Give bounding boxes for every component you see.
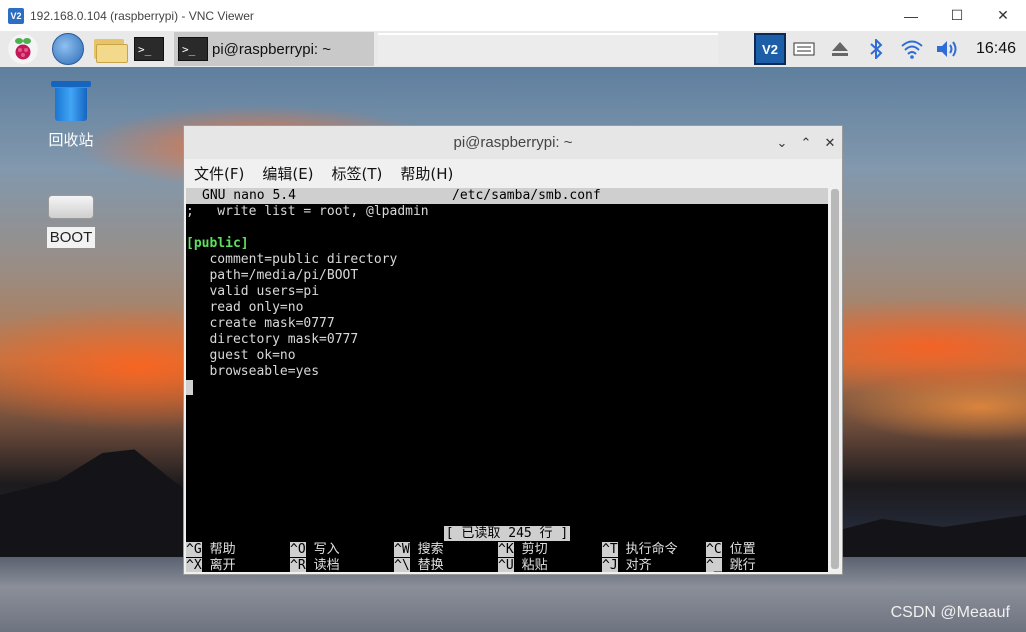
terminal-window: pi@raspberrypi: ~ ⌄ ⌃ ✕ 文件(F) 编辑(E) 标签(T… — [184, 126, 842, 574]
shortcut-search: ^W 搜索 — [394, 542, 444, 557]
eject-icon[interactable] — [822, 33, 858, 65]
cpu-monitor-icon[interactable] — [786, 33, 822, 65]
terminal-maximize-button[interactable]: ⌃ — [794, 131, 818, 155]
terminal-titlebar[interactable]: pi@raspberrypi: ~ ⌄ ⌃ ✕ — [184, 126, 842, 159]
shortcut-write: ^O 写入 — [290, 542, 340, 557]
editor-line: comment=public directory — [186, 252, 398, 267]
taskbar-terminal-button[interactable]: >_ pi@raspberrypi: ~ — [174, 32, 374, 66]
system-tray: V2 16:46 — [754, 31, 1026, 67]
terminal-scrollbar[interactable] — [830, 188, 840, 572]
text-cursor — [186, 380, 193, 395]
shortcut-justify: ^J 对齐 — [602, 558, 652, 572]
drive-icon — [48, 195, 94, 219]
terminal-title: pi@raspberrypi: ~ — [453, 134, 573, 151]
vnc-server-icon[interactable]: V2 — [754, 33, 786, 65]
top-panel: >_ >_ pi@raspberrypi: ~ V2 16:46 — [0, 31, 1026, 67]
trash-label: 回收站 — [48, 132, 94, 149]
trash-icon — [51, 81, 91, 121]
browser-icon[interactable] — [52, 33, 84, 65]
minimize-button[interactable]: — — [888, 0, 934, 31]
shortcut-help: ^G 帮助 — [186, 542, 236, 557]
shortcut-replace: ^\ 替换 — [394, 558, 444, 572]
terminal-screen[interactable]: GNU nano 5.4 /etc/samba/smb.conf ; write… — [186, 188, 828, 572]
vnc-logo-icon: V2 — [8, 7, 24, 24]
desktop-boot-drive[interactable]: BOOT — [36, 185, 106, 248]
editor-line: valid users=pi — [186, 284, 320, 299]
menu-edit[interactable]: 编辑(E) — [252, 163, 321, 184]
desktop: 回收站 BOOT pi@raspberrypi: ~ ⌄ ⌃ ✕ 文件(F) 编… — [0, 67, 1026, 632]
menu-file[interactable]: 文件(F) — [184, 163, 252, 184]
file-manager-icon[interactable] — [94, 37, 128, 63]
menu-help[interactable]: 帮助(H) — [390, 163, 461, 184]
menu-tabs[interactable]: 标签(T) — [322, 163, 391, 184]
desktop-trash[interactable]: 回收站 — [36, 81, 106, 150]
terminal-close-button[interactable]: ✕ — [818, 131, 842, 155]
taskbar-empty-area — [378, 33, 718, 65]
nano-header: GNU nano 5.4 /etc/samba/smb.conf — [186, 188, 828, 204]
terminal-icon: >_ — [178, 37, 208, 61]
editor-line: browseable=yes — [186, 364, 320, 379]
taskbar-terminal-label: pi@raspberrypi: ~ — [212, 40, 332, 58]
close-button[interactable]: ✕ — [980, 0, 1026, 31]
maximize-button[interactable]: ☐ — [934, 0, 980, 31]
nano-shortcuts: ^G 帮助 ^O 写入 ^W 搜索 ^K 剪切 ^T 执行命令 ^C 位置 ^X 离开 ^R 读… — [186, 542, 828, 572]
editor-line: ; write list = root, @lpadmin — [186, 204, 429, 219]
bluetooth-icon[interactable] — [858, 33, 894, 65]
vnc-window-title: 192.168.0.104 (raspberrypi) - VNC Viewer — [30, 8, 254, 23]
terminal-menubar: 文件(F) 编辑(E) 标签(T) 帮助(H) — [184, 159, 842, 188]
terminal-launcher-icon[interactable]: >_ — [134, 37, 164, 61]
nano-status-text: [ 已读取 245 行 ] — [443, 526, 571, 541]
shortcut-goto-line: ^_ 跳行 — [706, 558, 756, 572]
cursor-line — [186, 380, 828, 396]
boot-label: BOOT — [46, 227, 96, 248]
nano-version: GNU nano 5.4 — [202, 188, 296, 203]
editor-line: read only=no — [186, 300, 304, 315]
raspberry-menu-icon[interactable] — [8, 34, 38, 64]
wallpaper-hills — [820, 515, 1026, 567]
watermark: CSDN @Meaauf — [890, 604, 1010, 621]
clock[interactable]: 16:46 — [966, 40, 1026, 58]
volume-icon[interactable] — [930, 33, 966, 65]
shortcut-cut: ^K 剪切 — [498, 542, 548, 557]
wifi-icon[interactable] — [894, 33, 930, 65]
shortcut-exit: ^X 离开 — [186, 558, 236, 572]
shortcut-execute: ^T 执行命令 — [602, 542, 678, 557]
shortcut-location: ^C 位置 — [706, 542, 756, 557]
editor-line: create mask=0777 — [186, 316, 335, 331]
nano-filename: /etc/samba/smb.conf — [452, 188, 601, 203]
terminal-minimize-button[interactable]: ⌄ — [770, 131, 794, 155]
editor-line: path=/media/pi/BOOT — [186, 268, 359, 283]
shortcut-paste: ^U 粘贴 — [498, 558, 548, 572]
nano-status: [ 已读取 245 行 ] — [186, 526, 828, 542]
shortcut-read-file: ^R 读档 — [290, 558, 340, 572]
editor-line: guest ok=no — [186, 348, 296, 363]
editor-line-section: [public] — [186, 236, 828, 252]
editor-line: directory mask=0777 — [186, 332, 359, 347]
vnc-titlebar: V2 192.168.0.104 (raspberrypi) - VNC Vie… — [0, 0, 1026, 32]
scrollbar-thumb[interactable] — [831, 189, 839, 569]
